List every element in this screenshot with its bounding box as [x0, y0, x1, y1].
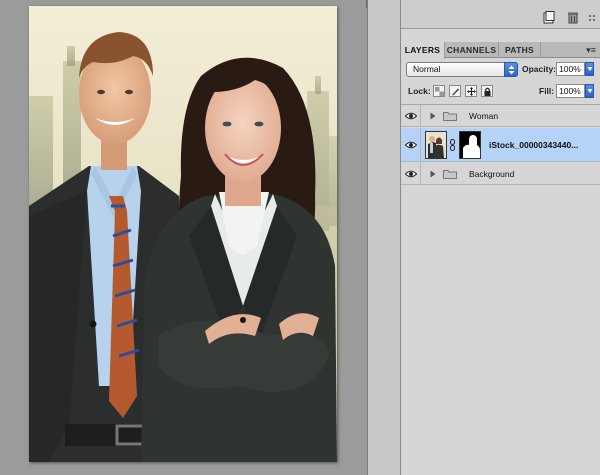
layer-name: Woman [469, 111, 499, 121]
visibility-toggle[interactable] [401, 128, 421, 161]
lock-all-icon[interactable] [481, 85, 493, 97]
layer-row-background[interactable]: Background [401, 163, 600, 185]
layer-row-istock[interactable]: iStock_00000343440... [401, 128, 600, 162]
panel-grip-icon[interactable] [588, 14, 596, 22]
tab-channels[interactable]: CHANNELS [445, 42, 499, 58]
layers-list[interactable]: Woman iStock_00000343440... Background [401, 104, 600, 475]
document-canvas[interactable] [29, 6, 337, 462]
eye-icon[interactable] [405, 141, 417, 149]
disclosure-triangle-icon[interactable] [430, 112, 436, 120]
lock-position-icon[interactable] [465, 85, 477, 97]
canvas-area[interactable] [0, 0, 367, 475]
panel-topbar [401, 0, 600, 29]
photo-artwork [29, 6, 337, 462]
trash-icon[interactable] [567, 11, 579, 24]
chain-link-icon[interactable] [450, 139, 455, 151]
lock-transparent-pixels-icon[interactable] [433, 85, 445, 97]
layers-panel: LAYERS CHANNELS PATHS ▾≡ Normal Opacity:… [401, 0, 600, 475]
visibility-toggle[interactable] [401, 105, 421, 126]
fill-label: Fill: [539, 86, 555, 96]
eye-icon[interactable] [405, 170, 417, 178]
new-layer-icon[interactable] [543, 11, 555, 24]
blend-mode-select[interactable]: Normal [406, 62, 518, 77]
eye-icon[interactable] [405, 112, 417, 120]
fill-input[interactable]: 100% [556, 84, 585, 98]
fill-dropdown-arrow-icon[interactable] [585, 84, 594, 98]
visibility-toggle[interactable] [401, 163, 421, 184]
panel-tab-bar: LAYERS CHANNELS PATHS ▾≡ [401, 42, 600, 59]
layer-name: iStock_00000343440... [489, 140, 579, 150]
layer-thumbnail[interactable] [425, 131, 447, 159]
layer-name: Background [469, 169, 515, 179]
layer-mask-thumbnail[interactable] [459, 131, 481, 159]
panel-dock-gutter [367, 0, 401, 475]
tab-layers[interactable]: LAYERS [401, 42, 445, 59]
blend-mode-value: Normal [413, 64, 441, 74]
layer-row-woman[interactable]: Woman [401, 105, 600, 127]
opacity-input[interactable]: 100% [556, 62, 585, 76]
lock-label: Lock: [408, 86, 431, 96]
lock-image-pixels-icon[interactable] [449, 85, 461, 97]
opacity-dropdown-arrow-icon[interactable] [585, 62, 594, 76]
lock-options-row: Lock: Fill: 100% [401, 82, 600, 102]
tab-paths[interactable]: PATHS [499, 42, 541, 58]
disclosure-triangle-icon[interactable] [430, 170, 436, 178]
folder-icon [443, 112, 457, 121]
opacity-label: Opacity: [522, 64, 557, 74]
up-down-arrows-icon[interactable] [504, 62, 518, 77]
folder-icon [443, 170, 457, 179]
panel-menu-button[interactable]: ▾≡ [585, 44, 597, 56]
blend-options-row: Normal Opacity: 100% [401, 60, 600, 82]
